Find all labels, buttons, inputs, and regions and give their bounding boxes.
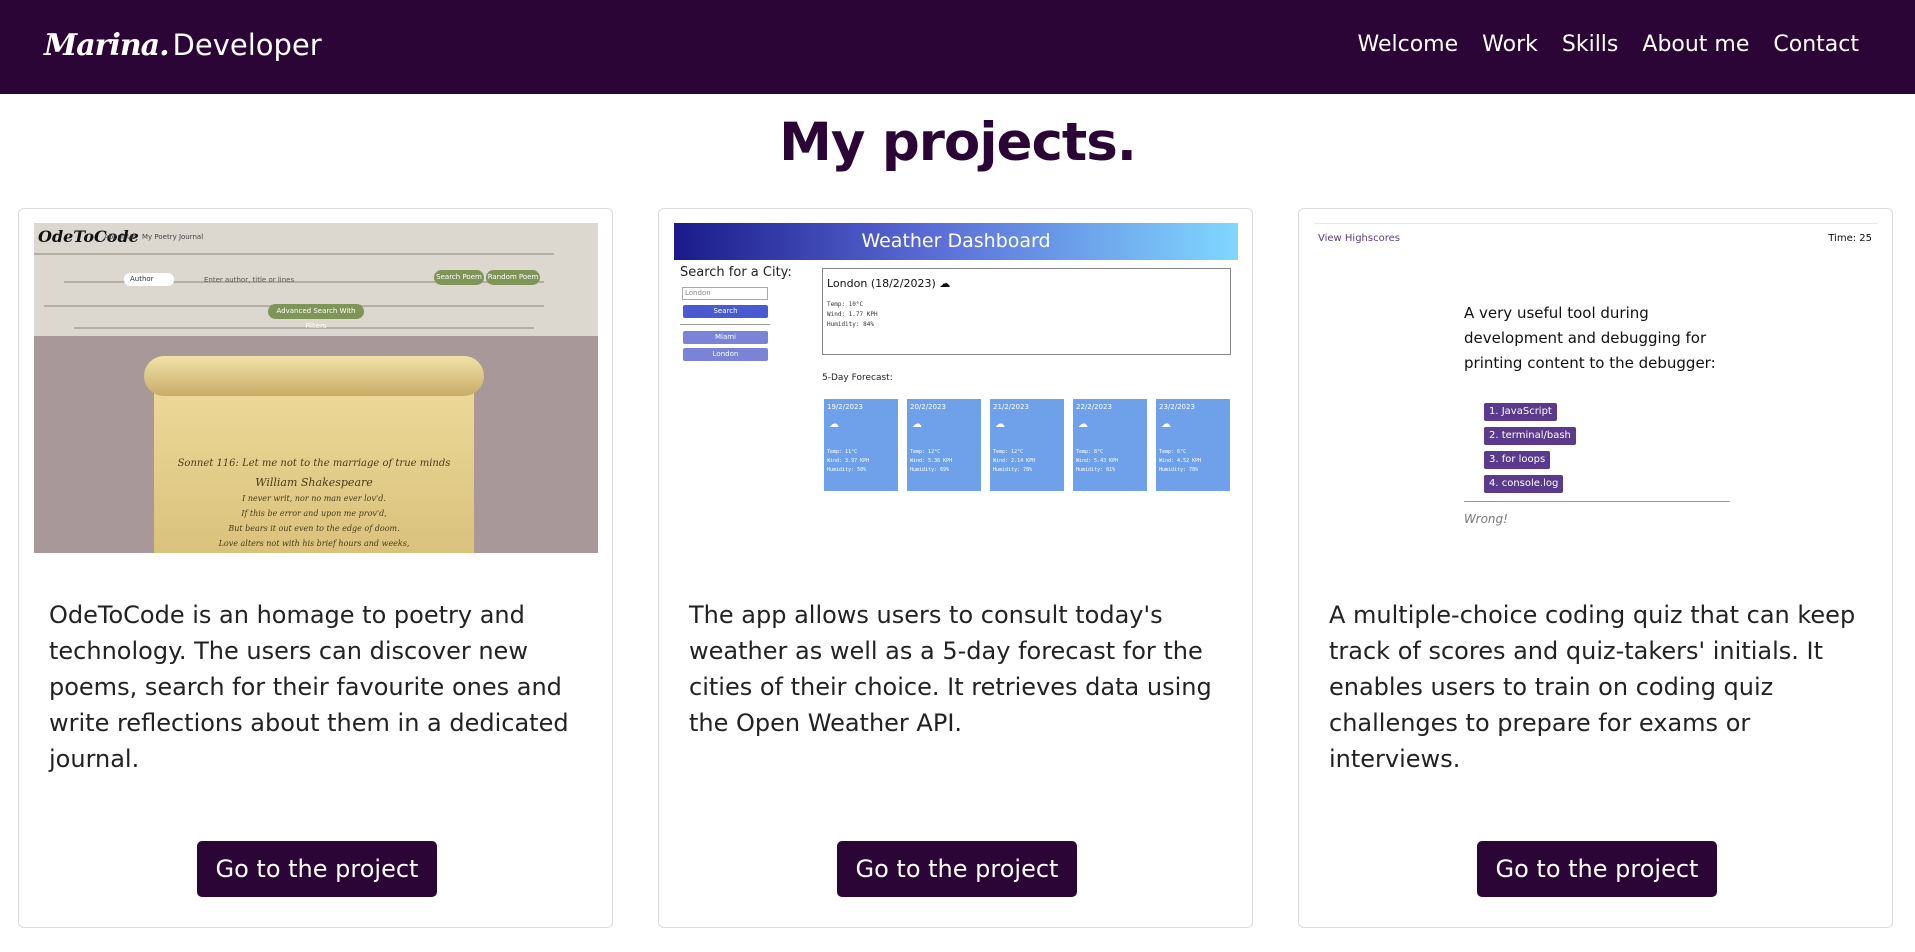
go-to-project-button[interactable]: Go to the project	[837, 841, 1077, 897]
forecast-humidity: Humidity: 81%	[1076, 467, 1116, 473]
cloud-icon: ☁	[829, 419, 839, 430]
forecast-day-card: 21/2/2023 ☁ Temp: 12°C Wind: 2.14 KPH Hu…	[990, 399, 1064, 491]
nav-link-contact[interactable]: Contact	[1773, 32, 1859, 57]
scroll-roll	[144, 356, 484, 396]
brand-role: Developer	[172, 28, 322, 62]
project-description: The app allows users to consult today's …	[689, 601, 1212, 737]
odetocode-nav-journal: My Poetry Journal	[142, 233, 204, 241]
forecast-wind: Wind: 3.97 KPH	[827, 458, 870, 464]
script-stroke	[34, 253, 554, 255]
weather-today-temp: Temp: 10°C	[827, 301, 864, 308]
forecast-day-card: 23/2/2023 ☁ Temp: 6°C Wind: 4.52 KPH Hum…	[1156, 399, 1230, 491]
forecast-humidity: Humidity: 69%	[910, 467, 950, 473]
weather-today-panel: London (18/2/2023) ☁ Temp: 10°C Wind: 1.…	[822, 268, 1231, 355]
forecast-wind: Wind: 4.52 KPH	[1159, 458, 1202, 464]
weather-today-title-text: London (18/2/2023)	[827, 277, 936, 290]
forecast-day-card: 20/2/2023 ☁ Temp: 12°C Wind: 5.36 KPH Hu…	[907, 399, 981, 491]
quiz-divider	[1464, 501, 1730, 502]
poem-line: If this be error and upon me prov'd,	[241, 509, 387, 518]
forecast-wind: Wind: 5.36 KPH	[910, 458, 953, 464]
weather-search-label: Search for a City:	[680, 265, 792, 280]
cloud-icon: ☁	[995, 419, 1005, 430]
quiz-highscores-link: View Highscores	[1318, 233, 1400, 244]
forecast-day-card: 22/2/2023 ☁ Temp: 8°C Wind: 5.43 KPH Hum…	[1073, 399, 1147, 491]
odetocode-header-image: OdeToCode About Us My Poetry Journal Aut…	[34, 223, 598, 336]
weather-header: Weather Dashboard	[674, 223, 1238, 260]
go-to-project-button[interactable]: Go to the project	[1477, 841, 1717, 897]
forecast-wind: Wind: 5.43 KPH	[1076, 458, 1119, 464]
odetocode-search-button: Search Poem	[434, 270, 484, 285]
forecast-date: 19/2/2023	[827, 403, 863, 411]
quiz-option: 3. for loops	[1484, 451, 1551, 469]
quiz-result: Wrong!	[1464, 512, 1508, 526]
weather-search-button: Search	[683, 305, 768, 318]
quiz-top-border	[1314, 223, 1878, 224]
forecast-temp: Temp: 12°C	[993, 449, 1024, 455]
weather-today-title: London (18/2/2023) ☁	[827, 277, 950, 290]
forecast-day-card: 19/2/2023 ☁ Temp: 11°C Wind: 3.97 KPH Hu…	[824, 399, 898, 491]
forecast-temp: Temp: 11°C	[827, 449, 858, 455]
forecast-date: 20/2/2023	[910, 403, 946, 411]
weather-today-humidity: Humidity: 84%	[827, 321, 874, 328]
brand-logo[interactable]: Marina. Developer	[44, 28, 322, 63]
nav-link-work[interactable]: Work	[1482, 32, 1538, 57]
odetocode-advanced-button: Advanced Search With Filters	[268, 304, 364, 330]
weather-forecast-label: 5-Day Forecast:	[822, 373, 893, 383]
forecast-humidity: Humidity: 78%	[1159, 467, 1199, 473]
quiz-option: 4. console.log	[1484, 475, 1564, 493]
weather-history-london: London	[683, 348, 768, 361]
project-description: OdeToCode is an homage to poetry and tec…	[49, 601, 569, 773]
forecast-date: 21/2/2023	[993, 403, 1029, 411]
poem-line: Love alters not with his brief hours and…	[218, 539, 410, 548]
cloud-icon: ☁	[1161, 419, 1171, 430]
forecast-temp: Temp: 12°C	[910, 449, 941, 455]
forecast-humidity: Humidity: 50%	[827, 467, 867, 473]
odetocode-author-select: Author	[124, 273, 174, 286]
poem-author: William Shakespeare	[255, 476, 373, 489]
cloud-icon: ☁	[1078, 419, 1088, 430]
forecast-temp: Temp: 6°C	[1159, 449, 1187, 455]
brand-name: Marina.	[44, 28, 170, 63]
quiz-option: 2. terminal/bash	[1484, 427, 1576, 445]
quiz-option: 1. JavaScript	[1484, 403, 1557, 421]
nav-links: Welcome Work Skills About me Contact	[1358, 32, 1859, 57]
project-screenshot-weather: Weather Dashboard Search for a City: Lon…	[674, 223, 1238, 553]
project-card-odetocode: OdeToCode About Us My Poetry Journal Aut…	[18, 208, 613, 928]
page-title: My projects.	[779, 112, 1137, 173]
poem-line: I never writ, nor no man ever lov'd.	[242, 494, 386, 503]
weather-city-input: London	[682, 287, 768, 300]
forecast-date: 23/2/2023	[1159, 403, 1195, 411]
quiz-question: A very useful tool during development an…	[1464, 304, 1716, 372]
poem-line: But bears it out even to the edge of doo…	[228, 524, 400, 533]
navbar: Marina. Developer Welcome Work Skills Abo…	[0, 0, 1915, 94]
weather-icon: ☁	[939, 277, 951, 290]
go-to-project-button[interactable]: Go to the project	[197, 841, 437, 897]
nav-link-about[interactable]: About me	[1642, 32, 1749, 57]
weather-today-wind: Wind: 1.77 KPH	[827, 311, 878, 318]
nav-link-skills[interactable]: Skills	[1562, 32, 1619, 57]
project-description: A multiple-choice coding quiz that can k…	[1329, 601, 1856, 773]
weather-history-miami: Miami	[683, 331, 768, 344]
forecast-temp: Temp: 8°C	[1076, 449, 1104, 455]
odetocode-nav-about: About Us	[104, 233, 136, 241]
forecast-humidity: Humidity: 78%	[993, 467, 1033, 473]
project-card-quiz: View Highscores Time: 25 A very useful t…	[1298, 208, 1893, 928]
forecast-date: 22/2/2023	[1076, 403, 1112, 411]
quiz-timer: Time: 25	[1828, 233, 1872, 244]
forecast-wind: Wind: 2.14 KPH	[993, 458, 1036, 464]
odetocode-search-input: Enter author, title or lines	[204, 276, 295, 284]
project-card-weather: Weather Dashboard Search for a City: Lon…	[658, 208, 1253, 928]
weather-divider	[680, 324, 770, 325]
poem-title: Sonnet 116: Let me not to the marriage o…	[177, 458, 451, 469]
odetocode-random-button: Random Poem	[486, 270, 540, 285]
project-screenshot-odetocode: OdeToCode About Us My Poetry Journal Aut…	[34, 223, 598, 553]
nav-link-welcome[interactable]: Welcome	[1358, 32, 1459, 57]
cloud-icon: ☁	[912, 419, 922, 430]
script-stroke	[74, 327, 534, 329]
project-screenshot-quiz: View Highscores Time: 25 A very useful t…	[1314, 223, 1878, 553]
odetocode-poem-area: Sonnet 116: Let me not to the marriage o…	[34, 336, 598, 553]
